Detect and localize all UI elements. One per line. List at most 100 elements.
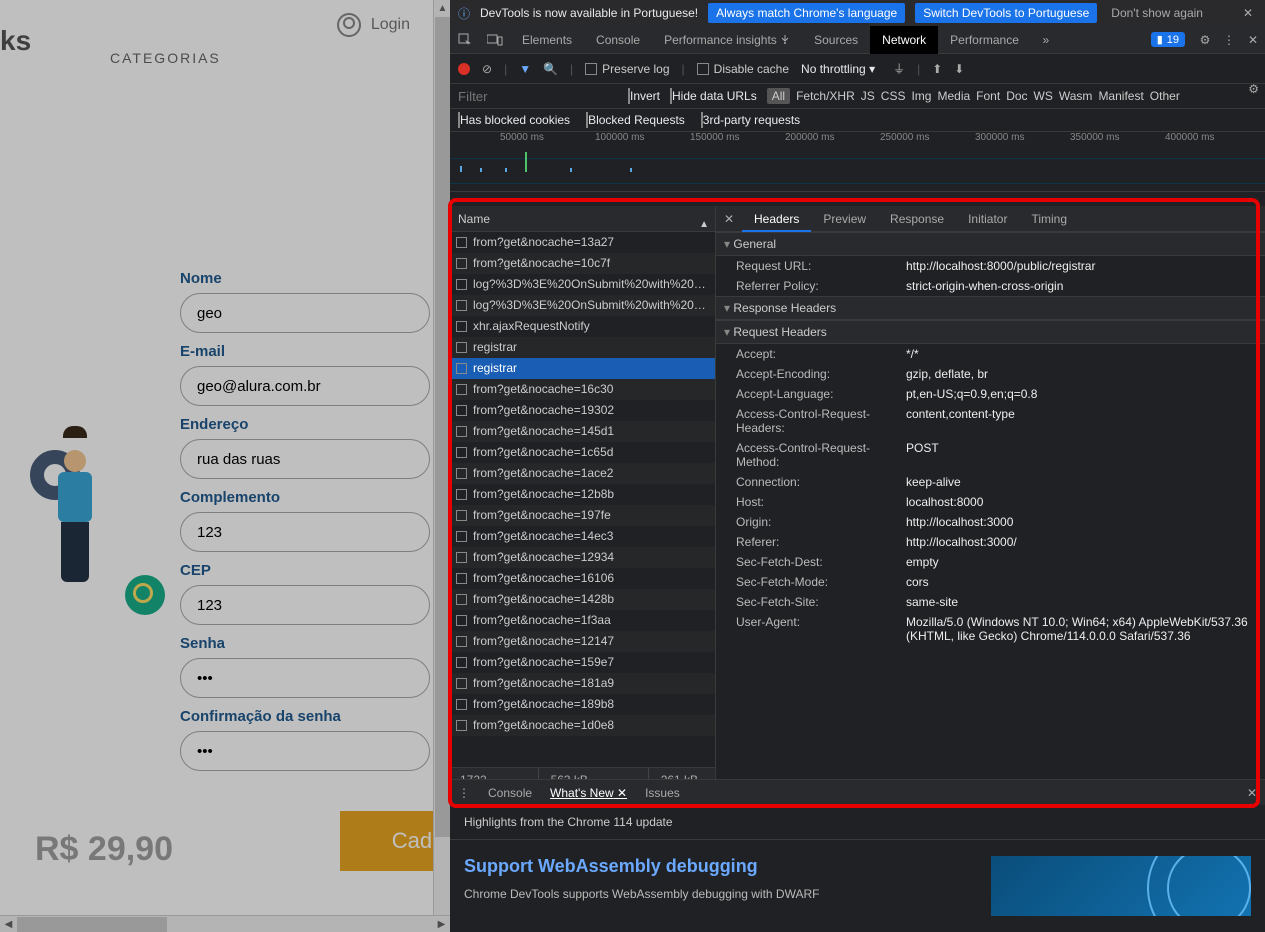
disable-cache-checkbox[interactable]: Disable cache — [697, 62, 789, 76]
switch-language-button[interactable]: Switch DevTools to Portuguese — [915, 3, 1097, 23]
match-language-button[interactable]: Always match Chrome's language — [708, 3, 905, 23]
close-devtools-icon[interactable]: ✕ — [1241, 33, 1265, 47]
input-complemento[interactable] — [180, 512, 430, 552]
filter-img[interactable]: Img — [911, 89, 931, 103]
input-senha2[interactable] — [180, 731, 430, 771]
request-row[interactable]: from?get&nocache=12934 — [450, 547, 715, 568]
input-cep[interactable] — [180, 585, 430, 625]
dtab-headers[interactable]: Headers — [742, 206, 811, 232]
horizontal-scrollbar[interactable]: ◀▶ — [0, 915, 450, 932]
request-row[interactable]: from?get&nocache=1428b — [450, 589, 715, 610]
network-timeline[interactable]: 50000 ms 100000 ms 150000 ms 200000 ms 2… — [450, 132, 1265, 192]
close-infobar-icon[interactable]: ✕ — [1239, 3, 1257, 23]
more-tabs-icon[interactable]: » — [1031, 33, 1061, 47]
close-detail-icon[interactable]: ✕ — [716, 212, 742, 226]
request-row[interactable]: xhr.ajaxRequestNotify — [450, 316, 715, 337]
request-row[interactable]: from?get&nocache=16106 — [450, 568, 715, 589]
input-endereco[interactable] — [180, 439, 430, 479]
filter-fetch[interactable]: Fetch/XHR — [796, 89, 855, 103]
request-row[interactable]: from?get&nocache=1c65d — [450, 442, 715, 463]
tab-elements[interactable]: Elements — [510, 26, 584, 54]
filter-ws[interactable]: WS — [1034, 89, 1053, 103]
filter-font[interactable]: Font — [976, 89, 1000, 103]
preserve-log-checkbox[interactable]: Preserve log — [585, 62, 669, 76]
tab-network[interactable]: Network — [870, 26, 938, 54]
thirdparty-checkbox[interactable]: 3rd-party requests — [701, 113, 800, 127]
request-row[interactable]: from?get&nocache=189b8 — [450, 694, 715, 715]
section-response-headers[interactable]: Response Headers — [716, 296, 1265, 320]
dismiss-infobar-button[interactable]: Don't show again — [1107, 3, 1207, 23]
filter-icon[interactable]: ▼ — [519, 62, 531, 76]
request-row[interactable]: from?get&nocache=16c30 — [450, 379, 715, 400]
dtab-response[interactable]: Response — [878, 206, 956, 232]
drawer-tab-console[interactable]: Console — [488, 786, 532, 800]
filter-other[interactable]: Other — [1150, 89, 1180, 103]
search-icon[interactable]: 🔍 — [543, 62, 558, 76]
filter-manifest[interactable]: Manifest — [1098, 89, 1143, 103]
hide-dataurls-checkbox[interactable]: Hide data URLs — [670, 89, 757, 103]
blocked-cookies-checkbox[interactable]: Has blocked cookies — [458, 113, 570, 127]
tab-console[interactable]: Console — [584, 26, 652, 54]
throttle-select[interactable]: No throttling ▾ — [801, 62, 875, 76]
input-nome[interactable] — [180, 293, 430, 333]
record-icon[interactable] — [458, 63, 470, 75]
request-row[interactable]: from?get&nocache=12147 — [450, 631, 715, 652]
k-sec-fetch-dest: Sec-Fetch-Dest: — [736, 555, 906, 569]
filter-js[interactable]: JS — [861, 89, 875, 103]
reqlist-header[interactable]: Name▲ — [450, 206, 715, 232]
inspect-icon[interactable] — [450, 32, 480, 47]
nav-categorias[interactable]: CATEGORIAS — [0, 50, 450, 80]
filter-input[interactable] — [458, 89, 618, 104]
section-request-headers[interactable]: Request Headers — [716, 320, 1265, 344]
request-row[interactable]: from?get&nocache=19302 — [450, 400, 715, 421]
request-row[interactable]: from?get&nocache=197fe — [450, 505, 715, 526]
request-row[interactable]: from?get&nocache=159e7 — [450, 652, 715, 673]
tab-perf-insights[interactable]: Performance insights — [652, 26, 802, 54]
blocked-requests-checkbox[interactable]: Blocked Requests — [586, 113, 685, 127]
filter-wasm[interactable]: Wasm — [1059, 89, 1093, 103]
drawer-tab-issues[interactable]: Issues — [645, 786, 680, 800]
device-icon[interactable] — [480, 32, 510, 47]
k-sec-fetch-site: Sec-Fetch-Site: — [736, 595, 906, 609]
tab-sources[interactable]: Sources — [802, 26, 870, 54]
request-row[interactable]: log?%3D%3E%20OnSubmit%20with%20… — [450, 274, 715, 295]
key-badge-icon — [125, 575, 165, 615]
drawer-close-icon[interactable]: ✕ — [1247, 786, 1257, 800]
request-row[interactable]: from?get&nocache=10c7f — [450, 253, 715, 274]
request-row[interactable]: from?get&nocache=181a9 — [450, 673, 715, 694]
login-link[interactable]: Login — [371, 16, 410, 34]
upload-icon[interactable]: ⬆ — [932, 62, 942, 76]
request-row[interactable]: from?get&nocache=1ace2 — [450, 463, 715, 484]
drawer-kebab-icon[interactable]: ⋮ — [458, 786, 470, 800]
request-row[interactable]: from?get&nocache=1d0e8 — [450, 715, 715, 736]
request-row[interactable]: from?get&nocache=145d1 — [450, 421, 715, 442]
kebab-icon[interactable]: ⋮ — [1217, 33, 1241, 47]
request-row[interactable]: from?get&nocache=1f3aa — [450, 610, 715, 631]
download-icon[interactable]: ⬇ — [954, 62, 964, 76]
filter-doc[interactable]: Doc — [1006, 89, 1027, 103]
clear-icon[interactable]: ⊘ — [482, 62, 492, 76]
request-row[interactable]: log?%3D%3E%20OnSubmit%20with%20… — [450, 295, 715, 316]
filter-css[interactable]: CSS — [881, 89, 906, 103]
input-email[interactable] — [180, 366, 430, 406]
vertical-scrollbar[interactable]: ▲ — [433, 0, 450, 915]
filter-all[interactable]: All — [767, 88, 790, 104]
drawer-tab-whatsnew[interactable]: What's New ✕ — [550, 786, 627, 800]
dtab-preview[interactable]: Preview — [811, 206, 878, 232]
dtab-timing[interactable]: Timing — [1019, 206, 1079, 232]
section-general[interactable]: General — [716, 232, 1265, 256]
tab-performance[interactable]: Performance — [938, 26, 1031, 54]
input-senha[interactable] — [180, 658, 430, 698]
request-row[interactable]: from?get&nocache=14ec3 — [450, 526, 715, 547]
request-row[interactable]: from?get&nocache=12b8b — [450, 484, 715, 505]
request-row[interactable]: from?get&nocache=13a27 — [450, 232, 715, 253]
request-row[interactable]: registrar — [450, 337, 715, 358]
issues-badge[interactable]: ▮19 — [1151, 32, 1185, 47]
dtab-initiator[interactable]: Initiator — [956, 206, 1019, 232]
wifi-icon[interactable]: ⏚ — [893, 60, 905, 77]
filter-media[interactable]: Media — [937, 89, 970, 103]
network-settings-icon[interactable]: ⚙ — [1248, 82, 1259, 96]
invert-checkbox[interactable]: Invert — [628, 89, 660, 103]
request-row[interactable]: registrar — [450, 358, 715, 379]
settings-icon[interactable]: ⚙ — [1193, 33, 1217, 47]
